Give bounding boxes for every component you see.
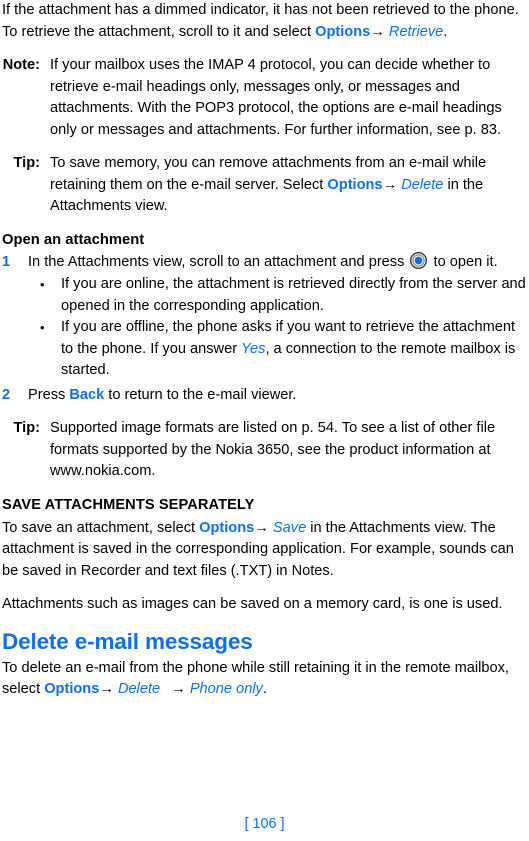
menu-item-save: Save — [272, 519, 307, 536]
step-2: 2 Press Back to return to the e-mail vie… — [2, 385, 527, 407]
step-1: 1 In the Attachments view, scroll to an … — [2, 251, 527, 274]
tip-block-1: Tip: To save memory, you can remove atta… — [2, 153, 527, 218]
heading-delete-e-mail-messages: Delete e-mail messages — [2, 628, 253, 654]
document-page: If the attachment has a dimmed indicator… — [0, 0, 529, 841]
arrow-icon: → — [370, 23, 385, 40]
bullet-text-1: If you are online, the attachment is ret… — [61, 276, 526, 314]
step-1-text-before-icon: In the Attachments view, scroll to an at… — [28, 253, 405, 270]
note-text: If your mailbox uses the IMAP 4 protocol… — [50, 57, 502, 138]
arrow-icon: → — [382, 176, 398, 193]
step-2-text: Press Back to return to the e-mail viewe… — [28, 385, 527, 407]
menu-item-yes: Yes — [241, 340, 266, 357]
step-2-text-end: to return to the e-mail viewer. — [104, 386, 297, 403]
keyword-options: Options — [315, 23, 371, 40]
save-attachments-paragraph-1: To save an attachment, select Options→ S… — [2, 518, 527, 583]
tip-block-2: Tip: Supported image formats are listed … — [2, 418, 527, 483]
note-label: Note: — [2, 57, 40, 73]
save-attachments-paragraph-2: Attachments such as images can be saved … — [2, 596, 503, 612]
intro-text-end: . — [443, 23, 448, 40]
arrow-icon: → — [254, 519, 269, 536]
arrow-icon: → — [99, 681, 114, 697]
menu-item-phone-only: Phone only — [189, 681, 263, 697]
arrow-icon: → — [171, 681, 186, 697]
joystick-scroll-key-icon — [410, 251, 428, 269]
menu-item-retrieve: Retrieve — [388, 23, 444, 40]
step-1-text: In the Attachments view, scroll to an at… — [28, 251, 527, 274]
step-1-number: 1 — [2, 253, 11, 270]
tip-label-2: Tip: — [13, 420, 40, 436]
bullet-marker-icon: • — [40, 277, 45, 292]
page-number: [ 106 ] — [244, 816, 285, 832]
keyword-options: Options — [327, 176, 383, 193]
step-1-text-after-icon: to open it. — [433, 253, 498, 270]
step-2-number: 2 — [2, 386, 11, 403]
delete-text-end: . — [262, 681, 267, 697]
menu-item-delete: Delete — [117, 681, 161, 697]
step-2-text-part-1: Press — [28, 386, 70, 403]
heading-open-an-attachment: Open an attachment — [2, 231, 145, 248]
bullet-item-2: • If you are offline, the phone asks if … — [2, 317, 527, 382]
keyword-options: Options — [44, 681, 100, 697]
tip-label-1: Tip: — [13, 155, 40, 171]
intro-paragraph: If the attachment has a dimmed indicator… — [2, 0, 527, 43]
keyword-back: Back — [69, 386, 105, 403]
note-block: Note: If your mailbox uses the IMAP 4 pr… — [2, 55, 527, 141]
tip-text-1: To save memory, you can remove attachmen… — [50, 153, 527, 218]
save-text-part-1: To save an attachment, select — [2, 519, 200, 536]
delete-paragraph: To delete an e-mail from the phone while… — [2, 658, 527, 701]
menu-item-delete: Delete — [401, 176, 444, 193]
bullet-item-1: • If you are online, the attachment is r… — [2, 274, 527, 317]
keyword-options: Options — [199, 519, 255, 536]
heading-save-attachments-separately: SAVE ATTACHMENTS SEPARATELY — [2, 496, 255, 513]
bullet-text-2: If you are offline, the phone asks if yo… — [61, 317, 527, 382]
bullet-marker-icon: • — [40, 320, 45, 335]
tip-text-2: Supported image formats are listed on p.… — [50, 420, 496, 479]
